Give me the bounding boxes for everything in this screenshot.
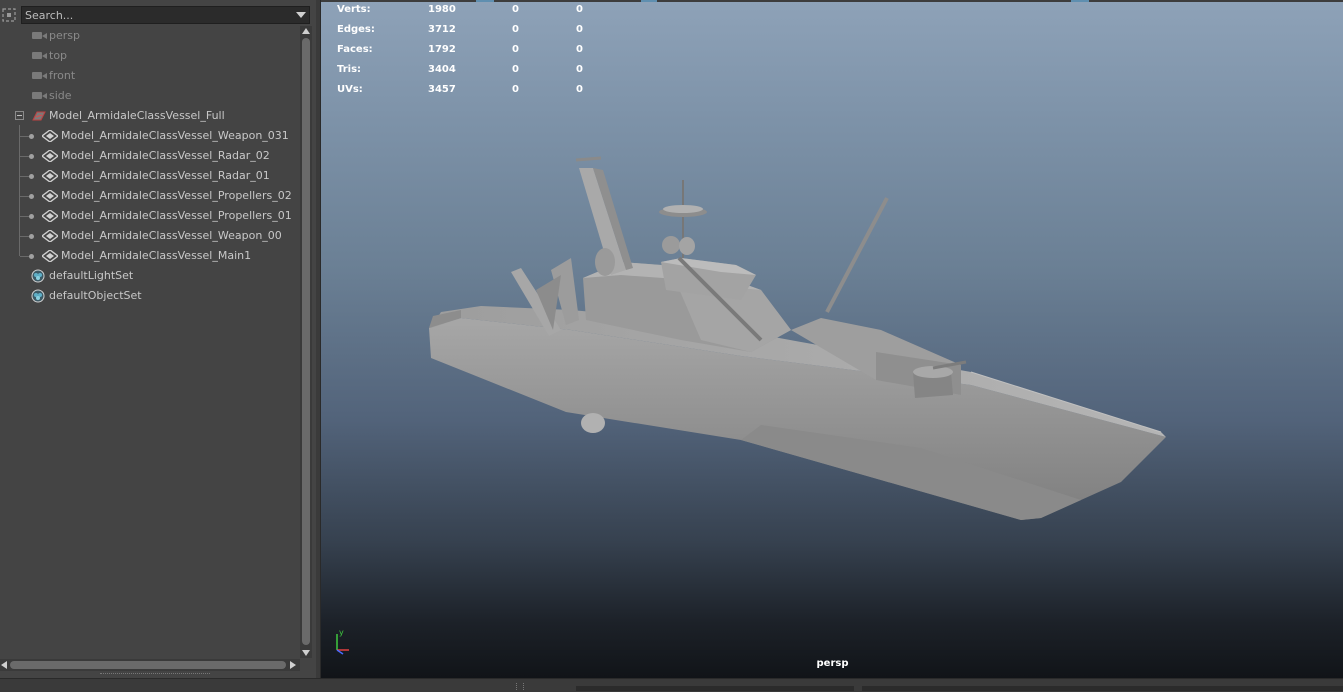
horizontal-scrollbar[interactable]	[0, 659, 300, 671]
tree-node-dot	[29, 214, 34, 219]
item-label: persp	[49, 29, 80, 42]
scroll-up-icon[interactable]	[302, 28, 310, 34]
chevron-down-icon[interactable]	[296, 12, 306, 18]
outliner-tree: persp top front side Model_ArmidaleClass…	[0, 26, 300, 656]
outliner-item-set[interactable]: defaultLightSet	[0, 266, 300, 286]
item-label: Model_ArmidaleClassVessel_Weapon_031	[61, 129, 289, 142]
tree-node-dot	[29, 174, 34, 179]
search-input[interactable]	[25, 8, 275, 23]
outliner-item-side[interactable]: side	[0, 86, 300, 106]
mesh-icon	[42, 190, 58, 202]
outliner-item-top[interactable]: top	[0, 46, 300, 66]
group-icon	[32, 111, 46, 121]
search-bar	[0, 6, 316, 25]
bottom-field	[576, 686, 854, 691]
scroll-down-icon[interactable]	[302, 650, 310, 656]
item-label: Model_ArmidaleClassVessel_Radar_01	[61, 169, 270, 182]
bottom-field	[862, 686, 1343, 691]
scroll-left-icon[interactable]	[1, 661, 7, 669]
tree-node-dot	[29, 234, 34, 239]
item-label: Model_ArmidaleClassVessel_Full	[49, 109, 225, 122]
set-icon	[31, 289, 45, 303]
vertical-scrollbar[interactable]	[300, 26, 312, 658]
item-label: Model_ArmidaleClassVessel_Propellers_02	[61, 189, 292, 202]
axis-y-label: y	[339, 628, 344, 637]
viewport-3d[interactable]: Verts: 1980 0 0 Edges: 3712 0 0 Faces: 1…	[320, 0, 1343, 678]
tree-node-dot	[29, 194, 34, 199]
outliner-item-front[interactable]: front	[0, 66, 300, 86]
camera-name-label: persp	[816, 658, 849, 669]
item-label: Model_ArmidaleClassVessel_Main1	[61, 249, 252, 262]
item-label: defaultObjectSet	[49, 289, 142, 302]
set-icon	[31, 269, 45, 283]
tree-node-dot	[29, 254, 34, 259]
axis-gizmo-icon: y	[336, 628, 349, 655]
mesh-icon	[42, 210, 58, 222]
scroll-thumb[interactable]	[302, 38, 310, 645]
outliner-options-icon[interactable]	[1, 7, 17, 23]
item-label: top	[49, 49, 68, 62]
search-field[interactable]	[21, 6, 310, 24]
mesh-icon	[42, 230, 58, 242]
scroll-right-icon[interactable]	[290, 661, 296, 669]
outliner-item-mesh[interactable]: Model_ArmidaleClassVessel_Propellers_01	[0, 206, 300, 226]
outliner-panel: persp top front side Model_ArmidaleClass…	[0, 0, 316, 691]
item-label: front	[49, 69, 76, 82]
panel-resize-grip[interactable]	[100, 673, 210, 677]
outliner-item-mesh[interactable]: Model_ArmidaleClassVessel_Weapon_031	[0, 126, 300, 146]
outliner-item-group[interactable]: Model_ArmidaleClassVessel_Full	[0, 106, 300, 126]
outliner-item-mesh[interactable]: Model_ArmidaleClassVessel_Propellers_02	[0, 186, 300, 206]
outliner-item-mesh[interactable]: Model_ArmidaleClassVessel_Weapon_00	[0, 226, 300, 246]
ship-model[interactable]	[321, 0, 1343, 678]
tree-node-dot	[29, 134, 34, 139]
item-label: Model_ArmidaleClassVessel_Weapon_00	[61, 229, 282, 242]
mesh-icon	[42, 170, 58, 182]
outliner-item-mesh[interactable]: Model_ArmidaleClassVessel_Radar_02	[0, 146, 300, 166]
splitter-grip-icon[interactable]	[516, 683, 524, 690]
collapse-toggle[interactable]	[15, 111, 24, 120]
item-label: Model_ArmidaleClassVessel_Radar_02	[61, 149, 270, 162]
outliner-item-mesh[interactable]: Model_ArmidaleClassVessel_Radar_01	[0, 166, 300, 186]
tree-node-dot	[29, 154, 34, 159]
outliner-item-set[interactable]: defaultObjectSet	[0, 286, 300, 306]
mesh-icon	[42, 250, 58, 262]
item-label: side	[49, 89, 72, 102]
bottom-bar	[0, 678, 1343, 692]
outliner-item-persp[interactable]: persp	[0, 26, 300, 46]
scroll-thumb[interactable]	[10, 661, 286, 669]
mesh-icon	[42, 150, 58, 162]
item-label: defaultLightSet	[49, 269, 134, 282]
mesh-icon	[42, 130, 58, 142]
item-label: Model_ArmidaleClassVessel_Propellers_01	[61, 209, 292, 222]
outliner-item-mesh[interactable]: Model_ArmidaleClassVessel_Main1	[0, 246, 300, 266]
